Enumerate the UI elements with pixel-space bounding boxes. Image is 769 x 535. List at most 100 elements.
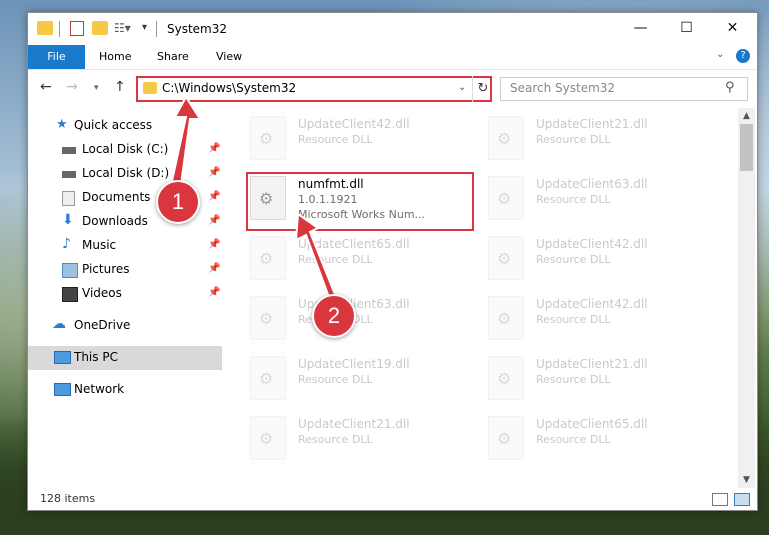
pictures-icon bbox=[62, 263, 78, 278]
pin-icon[interactable]: 📌 bbox=[208, 215, 220, 226]
list-item[interactable]: ⚙ UpdateClient19.dll Resource DLL bbox=[250, 354, 474, 402]
folder-icon bbox=[143, 82, 157, 94]
back-arrow-icon[interactable]: ← bbox=[40, 79, 52, 95]
close-button[interactable]: ✕ bbox=[710, 13, 755, 43]
file-type: Resource DLL bbox=[536, 373, 611, 386]
title-separator bbox=[156, 21, 157, 37]
sidebar-item-label: Music bbox=[82, 238, 117, 252]
file-type: Resource DLL bbox=[298, 133, 373, 146]
dll-file-icon: ⚙ bbox=[488, 296, 524, 340]
drive-icon bbox=[62, 147, 76, 154]
list-item[interactable]: ⚙ UpdateClient21.dll Resource DLL bbox=[250, 414, 474, 462]
sidebar-item-music[interactable]: ♪ Music 📌 bbox=[28, 234, 222, 258]
dll-file-icon: ⚙ bbox=[250, 296, 286, 340]
dll-file-icon: ⚙ bbox=[488, 116, 524, 160]
scroll-thumb[interactable] bbox=[740, 124, 753, 171]
new-folder-icon[interactable] bbox=[92, 21, 108, 35]
list-item[interactable]: ⚙ UpdateClient21.dll Resource DLL bbox=[488, 114, 712, 162]
sidebar-item-label: OneDrive bbox=[74, 318, 131, 332]
refresh-icon[interactable]: ↻ bbox=[472, 76, 493, 102]
file-type: Resource DLL bbox=[298, 433, 373, 446]
sidebar-item-onedrive[interactable]: ☁ OneDrive bbox=[28, 314, 222, 338]
file-type: Resource DLL bbox=[536, 193, 611, 206]
sidebar-item-videos[interactable]: Videos 📌 bbox=[28, 282, 222, 306]
sidebar-item-this-pc[interactable]: This PC bbox=[28, 346, 222, 370]
expand-ribbon-icon[interactable]: ⌄ bbox=[716, 49, 724, 60]
highlight-box-file bbox=[246, 172, 474, 231]
tab-view[interactable]: View bbox=[216, 45, 242, 69]
sidebar-item-local-disk-c[interactable]: Local Disk (C:) 📌 bbox=[28, 138, 222, 162]
sidebar-item-label: Quick access bbox=[74, 118, 153, 132]
list-item[interactable]: ⚙ UpdateClient63.dll Resource DLL bbox=[250, 294, 474, 342]
up-arrow-icon[interactable]: ↑ bbox=[114, 79, 126, 95]
navigation-pane: ★ Quick access Local Disk (C:) 📌 Local D… bbox=[28, 108, 222, 488]
pin-icon[interactable]: 📌 bbox=[208, 287, 220, 298]
file-name: UpdateClient21.dll bbox=[536, 357, 648, 371]
list-item[interactable]: ⚙ UpdateClient65.dll Resource DLL bbox=[250, 234, 474, 282]
list-item[interactable]: ⚙ UpdateClient42.dll Resource DLL bbox=[488, 234, 712, 282]
search-input[interactable]: Search System32 ⚲ bbox=[500, 77, 748, 101]
pin-icon[interactable]: 📌 bbox=[208, 167, 220, 178]
dll-file-icon: ⚙ bbox=[488, 356, 524, 400]
music-icon: ♪ bbox=[62, 236, 71, 252]
pin-icon[interactable]: 📌 bbox=[208, 239, 220, 250]
item-count: 128 items bbox=[40, 492, 96, 505]
forward-arrow-icon[interactable]: → bbox=[66, 79, 78, 95]
properties-icon[interactable] bbox=[70, 21, 84, 36]
view-options-icon[interactable]: ☷▾ bbox=[114, 21, 134, 35]
tab-share[interactable]: Share bbox=[157, 45, 189, 69]
details-view-icon[interactable] bbox=[712, 493, 728, 506]
sidebar-item-quick-access[interactable]: ★ Quick access bbox=[28, 114, 222, 138]
sidebar-item-label: Pictures bbox=[82, 262, 130, 276]
help-icon[interactable]: ? bbox=[736, 49, 750, 63]
sidebar-item-label: Network bbox=[74, 382, 125, 396]
file-name: UpdateClient42.dll bbox=[536, 297, 648, 311]
large-icons-view-icon[interactable] bbox=[734, 493, 750, 506]
chevron-down-icon[interactable]: ⌄ bbox=[458, 82, 466, 93]
list-item[interactable]: ⚙ UpdateClient63.dll Resource DLL bbox=[488, 174, 712, 222]
file-name: UpdateClient65.dll bbox=[536, 417, 648, 431]
minimize-button[interactable]: — bbox=[618, 13, 663, 43]
folder-icon[interactable] bbox=[37, 21, 53, 35]
toolbar-separator bbox=[59, 21, 60, 37]
pin-icon[interactable]: 📌 bbox=[208, 143, 220, 154]
file-list: ⚙ UpdateClient42.dll Resource DLL ⚙ numf… bbox=[226, 108, 737, 488]
list-item[interactable]: ⚙ UpdateClient65.dll Resource DLL bbox=[488, 414, 712, 462]
pc-icon bbox=[54, 351, 71, 364]
scroll-up-icon[interactable]: ▲ bbox=[738, 108, 755, 124]
search-placeholder: Search System32 bbox=[510, 81, 616, 95]
vertical-scrollbar[interactable]: ▲ ▼ bbox=[738, 108, 755, 488]
pin-icon[interactable]: 📌 bbox=[208, 263, 220, 274]
pin-icon[interactable]: 📌 bbox=[208, 191, 220, 202]
tab-home[interactable]: Home bbox=[99, 45, 131, 69]
ribbon: File Home Share View ⌄ ? bbox=[28, 45, 757, 70]
list-item[interactable]: ⚙ UpdateClient42.dll Resource DLL bbox=[488, 294, 712, 342]
recent-locations-icon[interactable]: ▾ bbox=[94, 83, 99, 93]
file-name: UpdateClient63.dll bbox=[536, 177, 648, 191]
sidebar-item-pictures[interactable]: Pictures 📌 bbox=[28, 258, 222, 282]
list-item[interactable]: ⚙ UpdateClient21.dll Resource DLL bbox=[488, 354, 712, 402]
file-type: Resource DLL bbox=[536, 433, 611, 446]
file-type: Resource DLL bbox=[298, 253, 373, 266]
file-type: Resource DLL bbox=[536, 133, 611, 146]
dll-file-icon: ⚙ bbox=[250, 416, 286, 460]
callout-badge-1: 1 bbox=[156, 180, 200, 224]
maximize-button[interactable]: ☐ bbox=[664, 13, 709, 43]
cloud-icon: ☁ bbox=[52, 316, 66, 332]
callout-badge-2: 2 bbox=[312, 294, 356, 338]
list-item[interactable]: ⚙ UpdateClient42.dll Resource DLL bbox=[250, 114, 474, 162]
documents-icon bbox=[62, 191, 75, 206]
sidebar-item-local-disk-d[interactable]: Local Disk (D:) 📌 bbox=[28, 162, 222, 186]
status-bar: 128 items bbox=[28, 488, 757, 510]
dll-file-icon: ⚙ bbox=[488, 416, 524, 460]
dll-file-icon: ⚙ bbox=[488, 176, 524, 220]
sidebar-item-network[interactable]: Network bbox=[28, 378, 222, 402]
search-icon[interactable]: ⚲ bbox=[725, 80, 735, 95]
tab-file[interactable]: File bbox=[28, 45, 85, 69]
customize-toolbar-icon[interactable]: ▾ bbox=[142, 22, 147, 33]
scroll-down-icon[interactable]: ▼ bbox=[738, 472, 755, 488]
address-path[interactable]: C:\Windows\System32 bbox=[162, 81, 296, 95]
address-bar[interactable]: C:\Windows\System32 ⌄ ↻ bbox=[136, 76, 492, 102]
drive-icon bbox=[62, 171, 76, 178]
star-icon: ★ bbox=[56, 117, 68, 132]
